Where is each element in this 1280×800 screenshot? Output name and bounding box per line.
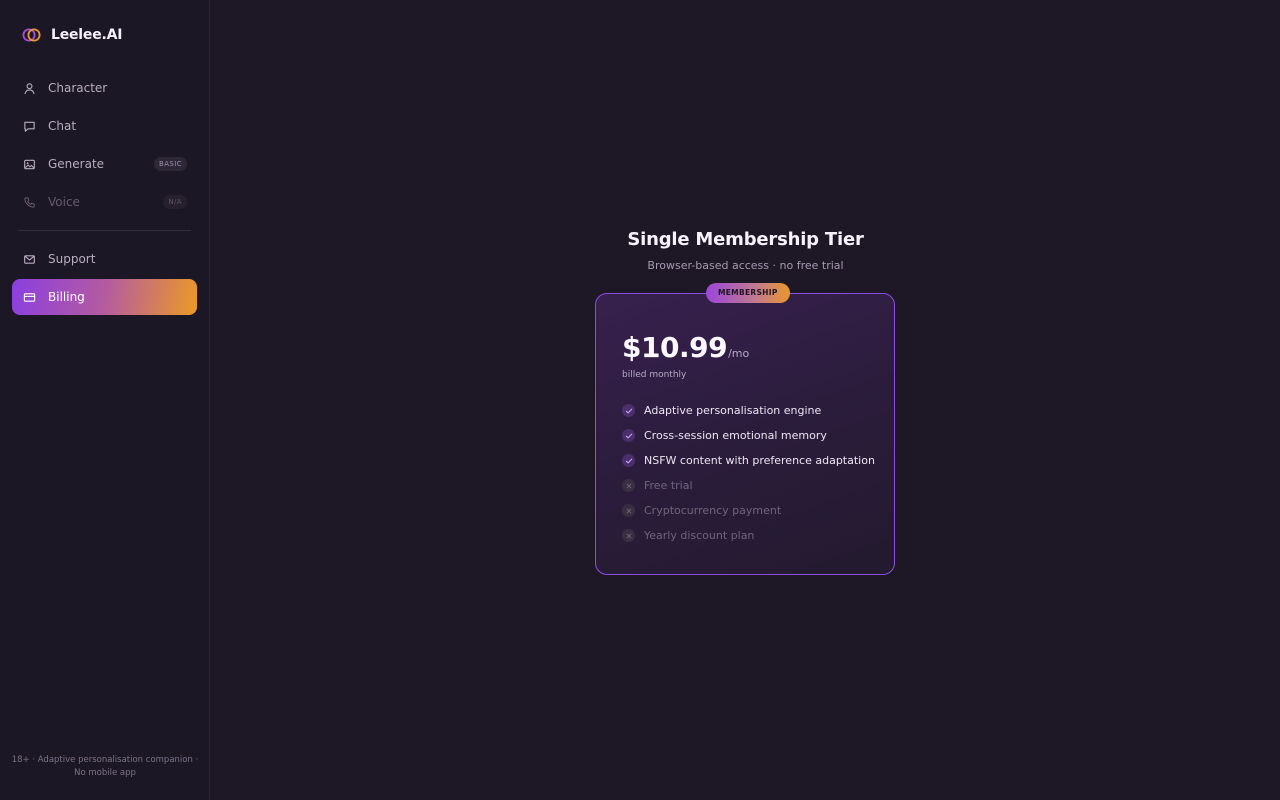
feature-item: Adaptive personalisation engine [622, 398, 875, 423]
image-icon [23, 158, 36, 171]
feature-item: NSFW content with preference adaptation [622, 448, 875, 473]
phone-icon [23, 196, 36, 209]
price-period: /mo [728, 347, 750, 360]
credit-card-icon [23, 291, 36, 304]
membership-badge: MEMBERSHIP [706, 283, 790, 303]
x-icon [622, 504, 635, 517]
brand-name: Leelee.AI [51, 27, 123, 43]
chat-bubble-icon [23, 120, 36, 133]
price-row: $10.99 /mo [622, 331, 749, 364]
sidebar-item-label: Voice [48, 195, 80, 209]
feature-item: Cryptocurrency payment [622, 498, 875, 523]
sidebar-item-billing[interactable]: Billing [12, 279, 197, 315]
feature-label: Adaptive personalisation engine [644, 404, 822, 417]
sidebar-divider [18, 230, 191, 231]
user-icon [23, 82, 36, 95]
sidebar-item-label: Chat [48, 119, 77, 133]
feature-label: Yearly discount plan [644, 529, 755, 542]
feature-item: Free trial [622, 473, 875, 498]
feature-label: Free trial [644, 479, 693, 492]
sidebar-item-voice[interactable]: Voice N/A [12, 184, 197, 220]
feature-label: NSFW content with preference adaptation [644, 454, 875, 467]
billing-note: billed monthly [622, 370, 687, 380]
sidebar-footer-note: 18+ · Adaptive personalisation companion… [11, 755, 199, 778]
main-content: Single Membership Tier Browser-based acc… [211, 0, 1280, 800]
feature-item: Cross-session emotional memory [622, 423, 875, 448]
na-badge: N/A [163, 195, 187, 209]
membership-card: MEMBERSHIP $10.99 /mo billed monthly Ada… [595, 283, 895, 575]
check-icon [622, 429, 635, 442]
x-icon [622, 529, 635, 542]
sidebar-item-support[interactable]: Support [12, 241, 197, 277]
check-icon [622, 404, 635, 417]
sidebar-item-label: Support [48, 252, 96, 266]
feature-item: Yearly discount plan [622, 523, 875, 548]
sidebar-item-label: Character [48, 81, 108, 95]
basic-badge: BASIC [154, 157, 187, 171]
feature-label: Cryptocurrency payment [644, 504, 782, 517]
check-icon [622, 454, 635, 467]
mail-icon [23, 253, 36, 266]
sidebar-item-label: Billing [48, 290, 85, 304]
sidebar-item-generate[interactable]: Generate BASIC [12, 146, 197, 182]
feature-list: Adaptive personalisation engine Cross-se… [622, 398, 875, 548]
x-icon [622, 479, 635, 492]
sidebar-item-character[interactable]: Character [12, 70, 197, 106]
brand[interactable]: Leelee.AI [22, 26, 122, 44]
sidebar-item-label: Generate [48, 157, 105, 171]
feature-label: Cross-session emotional memory [644, 429, 827, 442]
rings-logo-icon [22, 26, 41, 44]
page-subtitle: Browser-based access · no free trial [647, 259, 844, 272]
sidebar: Leelee.AI Character Chat Generate BASIC … [0, 0, 210, 800]
sidebar-item-chat[interactable]: Chat [12, 108, 197, 144]
price: $10.99 [622, 331, 728, 364]
page-title: Single Membership Tier [627, 229, 864, 250]
